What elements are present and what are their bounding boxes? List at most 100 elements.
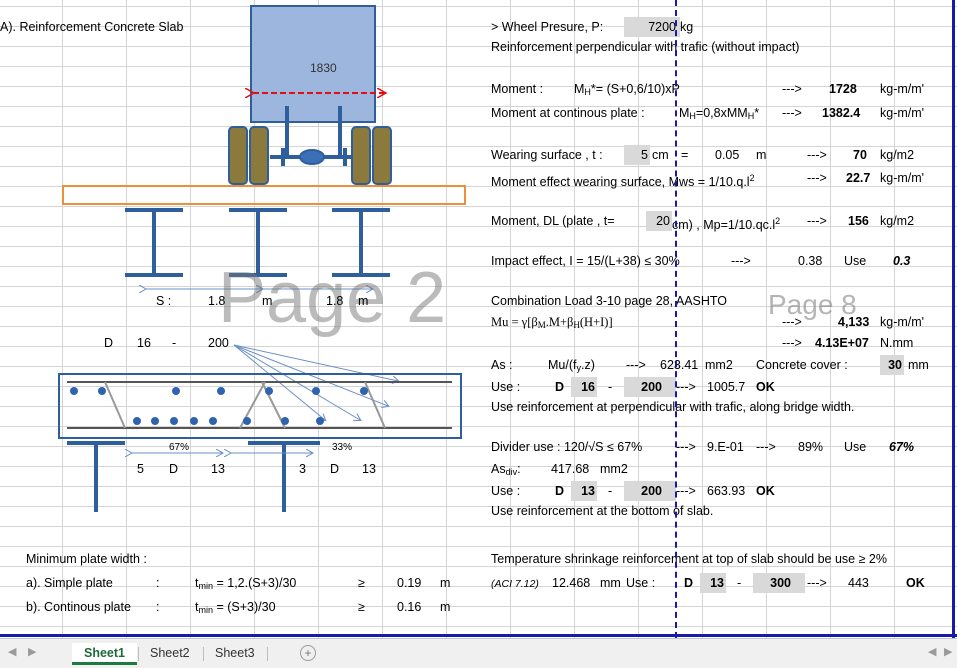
as-unit: mm2 <box>705 358 733 372</box>
cont-plate-ge: ≥ <box>358 600 365 614</box>
use1-label: Use : <box>491 380 521 394</box>
simple-plate-ge: ≥ <box>358 576 365 590</box>
right-d: D <box>330 462 340 476</box>
simple-plate-value: 0.19 <box>397 576 422 590</box>
use2-d: D <box>555 484 565 498</box>
spacing-label: S : <box>156 294 172 308</box>
wheel-pressure-value[interactable]: 7200 <box>624 17 680 37</box>
arrow-moment-cont: ---> <box>782 106 802 120</box>
use2-size[interactable]: 13 <box>571 481 597 501</box>
use2-spacing[interactable]: 200 <box>624 481 676 501</box>
wheel <box>351 126 371 185</box>
moment-formula: MH*= (S+0,6/10)xP <box>574 82 680 97</box>
add-sheet-button[interactable]: + <box>300 645 316 661</box>
arrow-mws: ---> <box>807 171 827 185</box>
use1-size[interactable]: 16 <box>571 377 597 397</box>
left-count: 5 <box>137 462 144 476</box>
arrow-wearing: ---> <box>807 148 827 162</box>
cover-value[interactable]: 30 <box>880 355 904 375</box>
arrow-use2: ---> <box>676 484 696 498</box>
arrow-moment: ---> <box>782 82 802 96</box>
arrow-divider-1: ---> <box>676 440 696 454</box>
wheel-pressure-label: > Wheel Presure, P: <box>491 20 604 34</box>
pct-left: 67% <box>169 442 190 453</box>
sheet-tab-bar: ◀ ▶ Sheet1 Sheet2 Sheet3 + ◀ ▶ <box>0 638 957 668</box>
spacing-1-unit: m <box>262 294 273 308</box>
arrow-mu-2: ---> <box>782 336 802 350</box>
hscroll-right-icon[interactable]: ▶ <box>944 645 952 658</box>
aci-unit: mm <box>600 576 621 590</box>
divider-label: Divider use : 120/√S ≤ 67% <box>491 440 643 454</box>
arrow-aci: ---> <box>807 576 827 590</box>
as-value: 623.41 <box>660 358 699 372</box>
arrow-divider-2: ---> <box>756 440 776 454</box>
wearing-eq: = <box>681 148 689 162</box>
aci-dash: - <box>737 576 742 590</box>
arrow-as: ---> <box>626 358 646 372</box>
as-label: As : <box>491 358 513 372</box>
asdiv-value: 417.68 <box>551 462 590 476</box>
tab-scroll-left-icon[interactable]: ◀ <box>8 645 16 658</box>
left-d: D <box>169 462 179 476</box>
use1-spacing[interactable]: 200 <box>624 377 676 397</box>
dl-value: 156 <box>848 214 869 228</box>
hscroll-left-icon[interactable]: ◀ <box>928 645 936 658</box>
use1-note: Use reinforcement at perpendicular with … <box>491 400 855 414</box>
mws-unit: kg-m/m' <box>880 171 925 185</box>
axle-hub <box>299 149 325 165</box>
cont-plate-value: 0.16 <box>397 600 422 614</box>
wheel <box>249 126 269 185</box>
tab-sheet1[interactable]: Sheet1 <box>72 643 137 665</box>
mu-value-1: 4,133 <box>838 315 870 329</box>
mu-unit-1: kg-m/m' <box>880 315 925 329</box>
bar-spacing: 200 <box>208 336 229 350</box>
combination-label: Combination Load 3-10 page 28, AASHTO <box>491 294 728 308</box>
tab-separator <box>267 647 268 661</box>
wheel <box>372 126 392 185</box>
aci-spacing[interactable]: 300 <box>753 573 805 593</box>
wheel <box>228 126 248 185</box>
perp-heading: Reinforcement perpendicular with trafic … <box>491 40 800 54</box>
wheel-pressure-unit: kg <box>680 20 694 34</box>
aci-d: D <box>684 576 694 590</box>
simple-plate-formula: tmin = 1,2.(S+3)/30 <box>195 576 297 591</box>
cover-label: Concrete cover : <box>756 358 848 372</box>
bar-size: 16 <box>137 336 151 350</box>
simple-plate-unit: m <box>440 576 451 590</box>
cont-plate-unit: m <box>440 600 451 614</box>
mu-unit-2: N.mm <box>880 336 914 350</box>
moment-cont-formula: MH=0,8xMMH* <box>679 106 760 121</box>
cont-plate-label: b). Continous plate <box>26 600 131 614</box>
bar-d: D <box>104 336 114 350</box>
arrow-dl: ---> <box>807 214 827 228</box>
asdiv-unit: mm2 <box>600 462 628 476</box>
tab-sheet3[interactable]: Sheet3 <box>203 643 267 663</box>
page-border-bottom <box>0 634 957 637</box>
bridge-slab-diagram <box>58 5 466 480</box>
wearing-load: 70 <box>853 148 867 162</box>
asdiv-label: Asdiv: <box>491 462 521 477</box>
dl-thickness[interactable]: 20 <box>646 211 672 231</box>
spacing-2-unit: m <box>358 294 369 308</box>
wearing-t-unit: cm <box>652 148 669 162</box>
right-size: 13 <box>362 462 376 476</box>
mu-value-2: 4.13E+07 <box>815 336 869 350</box>
tab-scroll-right-icon[interactable]: ▶ <box>28 645 36 658</box>
divider-pct: 89% <box>798 440 824 454</box>
arrow-use1: ---> <box>676 380 696 394</box>
spacing-1: 1.8 <box>208 294 226 308</box>
girder-stems <box>94 470 286 512</box>
worksheet-grid[interactable]: A). Reinforcement Concrete Slab 1830 Pag… <box>0 0 957 638</box>
page-border-right <box>952 0 955 638</box>
wearing-t[interactable]: 5 <box>624 145 650 165</box>
min-plate-heading: Minimum plate width : <box>26 552 147 566</box>
impact-use: Use <box>844 254 867 268</box>
cover-unit: mm <box>908 358 929 372</box>
aci-size[interactable]: 13 <box>700 573 726 593</box>
spacing-2: 1.8 <box>326 294 344 308</box>
moment-cont-label: Moment at continous plate : <box>491 106 645 120</box>
cont-plate-formula: tmin = (S+3)/30 <box>195 600 276 615</box>
use2-label: Use : <box>491 484 521 498</box>
tab-sheet2[interactable]: Sheet2 <box>138 643 202 663</box>
aci-ok: OK <box>906 576 925 590</box>
